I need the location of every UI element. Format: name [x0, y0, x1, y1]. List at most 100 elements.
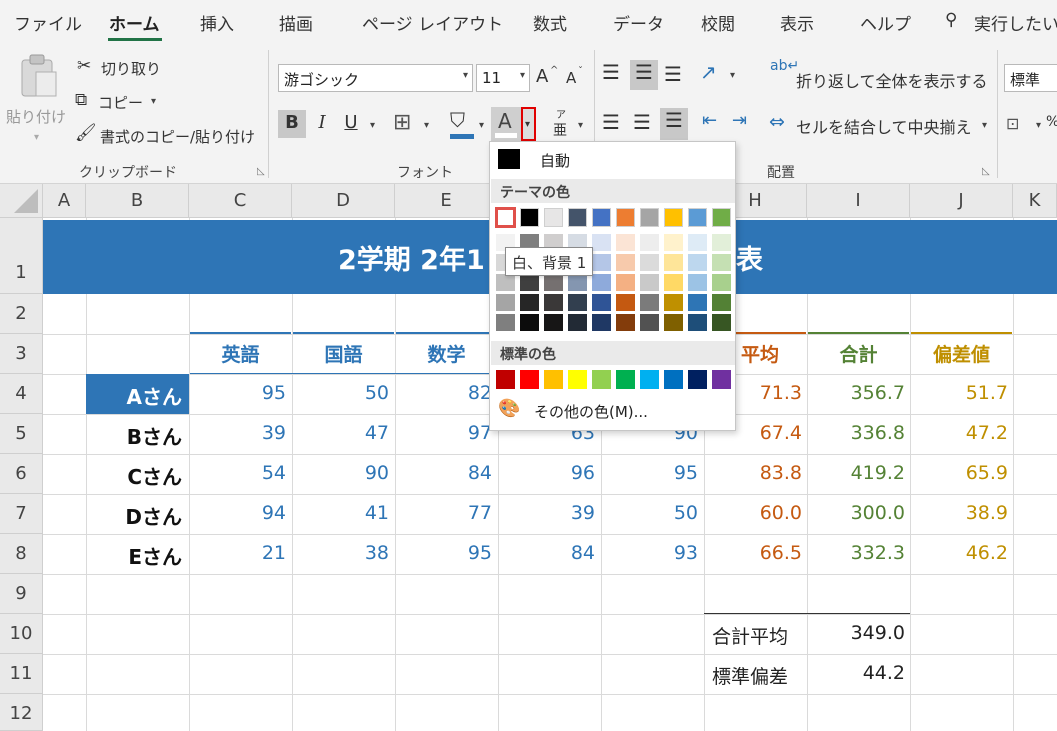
theme-shade-swatch[interactable]: [688, 274, 707, 291]
score-cell[interactable]: 97: [395, 422, 492, 444]
score-cell[interactable]: 96: [498, 462, 595, 484]
total-cell[interactable]: 419.2: [807, 462, 905, 484]
dialog-launcher-icon[interactable]: ◺: [257, 166, 265, 177]
score-cell[interactable]: 21: [189, 542, 286, 564]
theme-shade-swatch[interactable]: [664, 234, 683, 251]
standard-color-swatch[interactable]: [616, 370, 635, 389]
score-cell[interactable]: 82: [395, 382, 492, 404]
theme-color-swatch[interactable]: [688, 208, 707, 227]
score-cell[interactable]: 39: [189, 422, 286, 444]
score-cell[interactable]: 47: [292, 422, 389, 444]
deviation-cell[interactable]: 46.2: [910, 542, 1008, 564]
column-header[interactable]: D: [292, 184, 395, 218]
theme-shade-swatch[interactable]: [544, 274, 563, 291]
theme-shade-swatch[interactable]: [664, 274, 683, 291]
tab-review[interactable]: 校閲: [701, 10, 735, 35]
total-cell[interactable]: 332.3: [807, 542, 905, 564]
font-color-dropdown-button[interactable]: ▾: [521, 107, 536, 141]
row-header[interactable]: 11: [0, 654, 43, 694]
standard-color-swatch[interactable]: [520, 370, 539, 389]
standard-color-swatch[interactable]: [664, 370, 683, 389]
deviation-cell[interactable]: 38.9: [910, 502, 1008, 524]
orientation-icon[interactable]: ↗: [700, 60, 717, 84]
total-cell[interactable]: 300.0: [807, 502, 905, 524]
standard-color-swatch[interactable]: [712, 370, 731, 389]
theme-color-swatch[interactable]: [640, 208, 659, 227]
currency-icon[interactable]: ⊡: [1006, 114, 1019, 133]
merge-center-button[interactable]: セルを結合して中央揃え: [796, 114, 972, 138]
total-cell[interactable]: 356.7: [807, 382, 905, 404]
theme-shade-swatch[interactable]: [616, 314, 635, 331]
score-cell[interactable]: 38: [292, 542, 389, 564]
theme-shade-swatch[interactable]: [496, 294, 515, 311]
theme-shade-swatch[interactable]: [592, 274, 611, 291]
format-painter-button[interactable]: 書式のコピー/貼り付け: [100, 126, 255, 147]
theme-color-swatch[interactable]: [544, 208, 563, 227]
theme-shade-swatch[interactable]: [520, 274, 539, 291]
percent-icon[interactable]: %: [1046, 114, 1057, 130]
chevron-down-icon[interactable]: ▾: [370, 120, 375, 131]
row-header[interactable]: 1: [0, 218, 43, 294]
score-cell[interactable]: 41: [292, 502, 389, 524]
copy-button[interactable]: コピー: [98, 92, 143, 113]
theme-shade-swatch[interactable]: [520, 314, 539, 331]
theme-shade-swatch[interactable]: [712, 314, 731, 331]
row-header[interactable]: 6: [0, 454, 43, 494]
tab-view[interactable]: 表示: [780, 10, 814, 35]
italic-button[interactable]: I: [312, 112, 332, 133]
column-header[interactable]: E: [395, 184, 498, 218]
score-cell[interactable]: 90: [292, 462, 389, 484]
cut-button[interactable]: 切り取り: [101, 58, 161, 79]
theme-shade-swatch[interactable]: [496, 274, 515, 291]
standard-color-swatch[interactable]: [496, 370, 515, 389]
font-color-button[interactable]: A: [491, 107, 521, 141]
font-name-select[interactable]: 游ゴシック ▾: [278, 64, 473, 92]
theme-color-swatch[interactable]: [664, 208, 683, 227]
font-size-select[interactable]: 11 ▾: [476, 64, 530, 92]
row-header[interactable]: 10: [0, 614, 43, 654]
chevron-down-icon[interactable]: ▾: [479, 120, 484, 131]
theme-shade-swatch[interactable]: [544, 294, 563, 311]
phonetic-button[interactable]: 亜: [553, 120, 567, 140]
fill-color-icon[interactable]: ⛉: [450, 108, 465, 132]
theme-shade-swatch[interactable]: [640, 234, 659, 251]
automatic-color-swatch[interactable]: [498, 149, 520, 169]
align-bottom-icon[interactable]: ☰: [664, 62, 682, 86]
row-header[interactable]: 8: [0, 534, 43, 574]
score-cell[interactable]: 39: [498, 502, 595, 524]
average-cell[interactable]: 83.8: [704, 462, 802, 484]
decrease-indent-icon[interactable]: ⇤: [702, 110, 717, 131]
tab-draw[interactable]: 描画: [279, 10, 313, 35]
score-cell[interactable]: 95: [189, 382, 286, 404]
more-colors-option[interactable]: その他の色(M)...: [534, 401, 648, 422]
theme-shade-swatch[interactable]: [640, 274, 659, 291]
row-header[interactable]: 4: [0, 374, 43, 414]
align-center-icon[interactable]: ☰: [633, 110, 651, 134]
row-header[interactable]: 3: [0, 334, 43, 374]
align-top-icon[interactable]: ☰: [602, 60, 620, 84]
summary-label[interactable]: 標準偏差: [712, 662, 788, 689]
theme-shade-swatch[interactable]: [688, 294, 707, 311]
theme-shade-swatch[interactable]: [568, 294, 587, 311]
chevron-down-icon[interactable]: ▾: [151, 96, 156, 107]
score-cell[interactable]: 84: [498, 542, 595, 564]
align-middle-icon[interactable]: ☰: [630, 60, 658, 90]
theme-shade-swatch[interactable]: [592, 254, 611, 271]
score-cell[interactable]: 77: [395, 502, 492, 524]
theme-shade-swatch[interactable]: [592, 294, 611, 311]
theme-shade-swatch[interactable]: [712, 294, 731, 311]
column-header[interactable]: C: [189, 184, 292, 218]
align-left-icon[interactable]: ☰: [602, 110, 620, 134]
deviation-cell[interactable]: 47.2: [910, 422, 1008, 444]
theme-color-swatch[interactable]: [520, 208, 539, 227]
tab-home[interactable]: ホーム: [109, 10, 160, 35]
chevron-down-icon[interactable]: ▾: [730, 70, 735, 81]
summary-label[interactable]: 合計平均: [712, 622, 788, 649]
row-header[interactable]: 12: [0, 694, 43, 731]
align-right-icon[interactable]: ☰: [660, 108, 688, 140]
row-header[interactable]: 5: [0, 414, 43, 454]
row-header[interactable]: 9: [0, 574, 43, 614]
column-header[interactable]: I: [807, 184, 910, 218]
select-all-corner[interactable]: [0, 184, 43, 218]
number-format-select[interactable]: 標準: [1004, 64, 1057, 92]
